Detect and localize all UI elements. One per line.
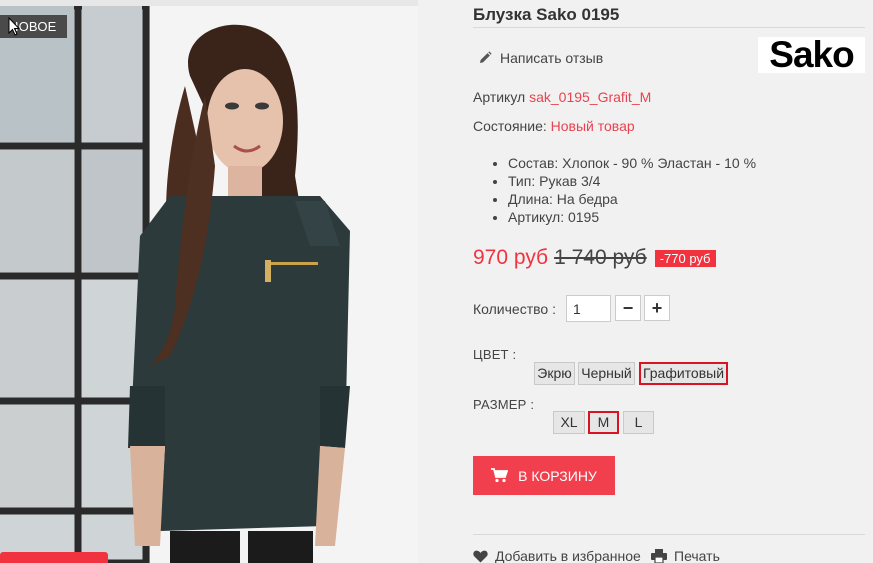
- sku-value: sak_0195_Grafit_M: [529, 89, 652, 105]
- condition-label: Состояние:: [473, 118, 547, 134]
- price-block: 970 руб 1 740 руб -770 руб: [473, 246, 716, 270]
- sku-row: Артикул sak_0195_Grafit_M: [473, 89, 651, 105]
- old-price: 1 740 руб: [554, 246, 647, 269]
- title-divider: [473, 27, 865, 28]
- condition-value: Новый товар: [550, 118, 635, 134]
- color-option-black[interactable]: Черный: [578, 362, 635, 385]
- print-label: Печать: [674, 548, 720, 563]
- quantity-decrease-button[interactable]: −: [615, 295, 641, 321]
- promo-strip[interactable]: [0, 552, 108, 563]
- color-option-ecru[interactable]: Экрю: [534, 362, 575, 385]
- brand-logo[interactable]: Sako: [758, 36, 865, 73]
- feature-item: Тип: Рукав 3/4: [508, 172, 756, 190]
- print-link[interactable]: Печать: [651, 548, 720, 563]
- color-option-graphite[interactable]: Графитовый: [639, 362, 728, 385]
- heart-icon: [473, 550, 488, 562]
- feature-list: Состав: Хлопок - 90 % Эластан - 10 % Тип…: [508, 154, 756, 226]
- color-label: ЦВЕТ :: [473, 347, 517, 362]
- quantity-increase-button[interactable]: +: [644, 295, 670, 321]
- quantity-label: Количество :: [473, 301, 556, 317]
- product-photo[interactable]: [0, 6, 418, 563]
- add-to-cart-button[interactable]: В КОРЗИНУ: [473, 456, 615, 495]
- bottom-divider: [473, 534, 865, 535]
- add-to-wishlist-link[interactable]: Добавить в избранное: [473, 548, 641, 563]
- product-info: Блузка Sako 0195 Написать отзыв Sako Арт…: [473, 0, 865, 563]
- product-title: Блузка Sako 0195: [473, 5, 620, 24]
- sku-label: Артикул: [473, 89, 526, 105]
- condition-row: Состояние: Новый товар: [473, 118, 635, 134]
- wishlist-label: Добавить в избранное: [495, 548, 641, 563]
- size-option-m[interactable]: M: [588, 411, 619, 434]
- feature-item: Состав: Хлопок - 90 % Эластан - 10 %: [508, 154, 756, 172]
- mouse-cursor-icon: [8, 17, 20, 36]
- printer-icon: [651, 549, 667, 563]
- cart-icon: [491, 468, 509, 483]
- feature-item: Артикул: 0195: [508, 208, 756, 226]
- write-review-link[interactable]: Написать отзыв: [478, 50, 603, 66]
- discount-badge: -770 руб: [654, 249, 716, 267]
- size-option-xl[interactable]: XL: [553, 411, 585, 434]
- feature-item: Длина: На бедра: [508, 190, 756, 208]
- pencil-icon: [480, 51, 492, 63]
- size-option-l[interactable]: L: [623, 411, 654, 434]
- size-label: РАЗМЕР :: [473, 397, 535, 412]
- current-price: 970 руб: [473, 246, 549, 269]
- product-image-area: НОВОЕ: [0, 0, 418, 563]
- write-review-label: Написать отзыв: [500, 50, 604, 66]
- add-to-cart-label: В КОРЗИНУ: [518, 467, 597, 484]
- quantity-input[interactable]: [566, 295, 611, 322]
